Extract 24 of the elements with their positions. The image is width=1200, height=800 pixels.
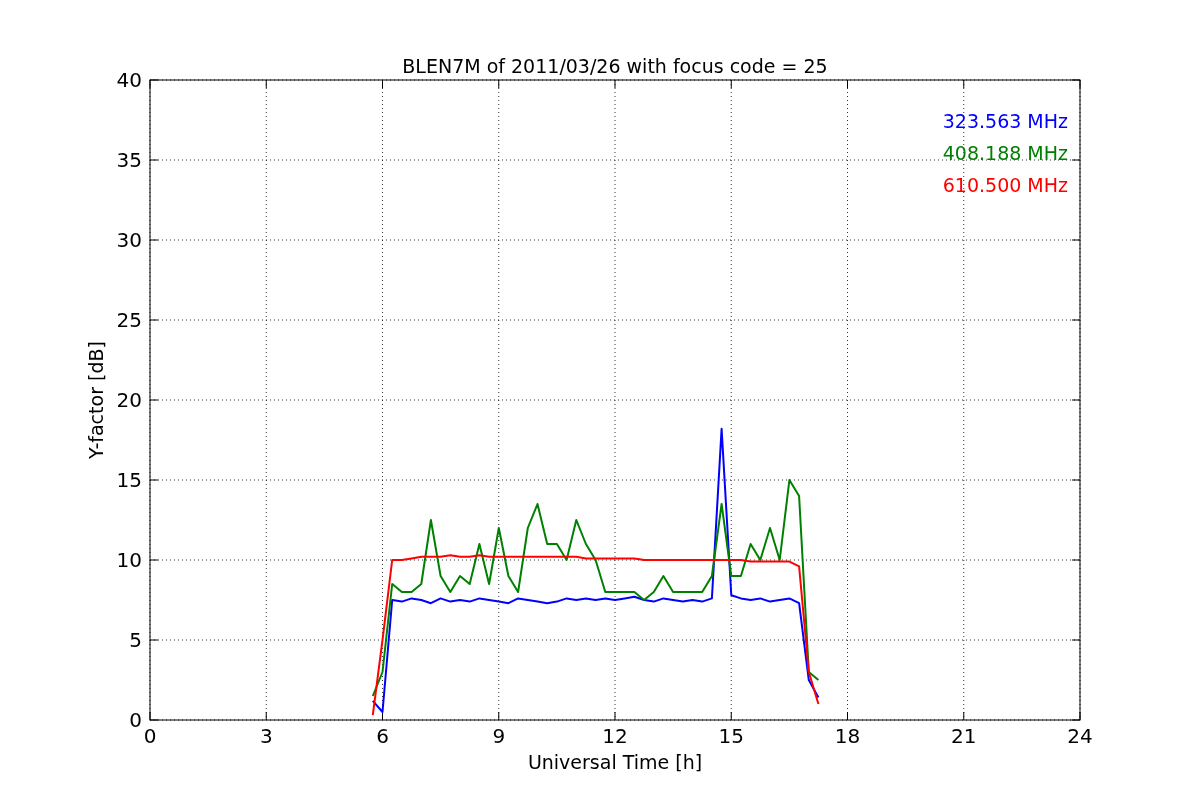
x-tick-label: 18 <box>834 724 861 748</box>
x-tick-label: 21 <box>951 724 977 748</box>
legend-label: 408.188 MHz <box>942 142 1068 164</box>
legend-label: 323.563 MHz <box>942 110 1068 132</box>
x-tick-label: 6 <box>376 724 389 748</box>
y-tick-label: 25 <box>116 308 142 332</box>
y-tick-label: 0 <box>129 708 142 732</box>
y-tick-label: 35 <box>116 148 142 172</box>
x-tick-label: 24 <box>1067 724 1093 748</box>
x-axis-label: Universal Time [h] <box>527 751 703 773</box>
chart-title: BLEN7M of 2011/03/26 with focus code = 25 <box>402 55 828 77</box>
x-tick-label: 0 <box>143 724 157 748</box>
y-tick-label: 40 <box>116 68 142 92</box>
y-axis-label: Y-factor [dB] <box>85 341 107 459</box>
x-tick-label: 15 <box>718 724 744 748</box>
y-tick-label: 20 <box>116 388 142 412</box>
x-tick-label: 3 <box>259 724 273 748</box>
legend-label: 610.500 MHz <box>942 174 1068 196</box>
y-tick-label: 10 <box>116 548 142 572</box>
x-tick-label: 12 <box>602 724 628 748</box>
y-tick-label: 30 <box>116 228 142 252</box>
y-tick-label: 15 <box>116 468 142 492</box>
x-tick-label: 9 <box>492 724 506 748</box>
y-tick-label: 5 <box>129 628 142 652</box>
